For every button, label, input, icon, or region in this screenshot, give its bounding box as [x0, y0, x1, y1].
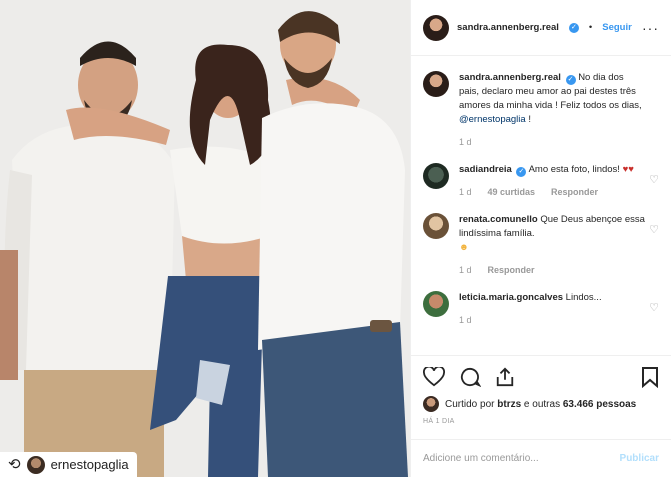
caption: sandra.annenberg.real ✓ No dia dos pais,…	[423, 57, 659, 149]
liker-avatar	[423, 396, 439, 412]
comment-text: Lindos...	[565, 292, 602, 303]
comment-like-heart-icon[interactable]: ♡	[649, 223, 659, 236]
liked-by-user[interactable]: btrzs	[497, 399, 521, 410]
follow-button[interactable]: Seguir	[602, 22, 632, 33]
repost-icon: ⟲	[8, 456, 21, 473]
author-username[interactable]: sandra.annenberg.real	[457, 22, 559, 33]
comment-username[interactable]: renata.comunello	[459, 214, 538, 225]
caption-tail: !	[525, 114, 531, 125]
repost-username: ernestopaglia	[50, 457, 129, 472]
reply-button[interactable]: Responder	[488, 263, 535, 277]
more-options-icon[interactable]: ···	[642, 20, 659, 36]
post-date[interactable]: HÁ 1 DIA	[423, 418, 659, 425]
comment-input[interactable]	[423, 453, 620, 464]
comment-username[interactable]: sadiandreia	[459, 164, 512, 175]
verified-badge-icon: ✓	[516, 167, 527, 177]
comment-item: leticia.maria.goncalves Lindos... 1 d ♡	[423, 277, 659, 327]
caption-time[interactable]: 1 d	[459, 135, 472, 149]
comments-list[interactable]: sandra.annenberg.real ✓ No dia dos pais,…	[411, 57, 671, 354]
publish-button[interactable]: Publicar	[620, 453, 659, 464]
comment-bubble-icon[interactable]	[459, 367, 481, 387]
add-comment-bar: Publicar	[411, 439, 671, 477]
comment-time[interactable]: 1 d	[459, 263, 472, 277]
reply-button[interactable]: Responder	[551, 185, 598, 199]
comment-like-heart-icon[interactable]: ♡	[649, 173, 659, 186]
like-heart-icon[interactable]	[423, 367, 445, 387]
liked-by-prefix: Curtido por	[445, 398, 498, 410]
comment-item: sadiandreia ✓ Amo esta foto, lindos! ♥♥ …	[423, 149, 659, 199]
separator-dot: •	[588, 22, 593, 33]
comment-avatar[interactable]	[423, 213, 449, 239]
verified-badge-icon: ✓	[565, 75, 576, 85]
caption-mention-link[interactable]: @ernestopaglia	[459, 114, 526, 125]
likes-count[interactable]: 63.466 pessoas	[563, 399, 636, 410]
family-photo-illustration	[0, 0, 410, 477]
author-avatar[interactable]	[423, 14, 449, 41]
comment-text: Amo esta foto, lindos!	[528, 164, 623, 175]
comment-likes[interactable]: 49 curtidas	[488, 185, 536, 199]
repost-badge[interactable]: ⟲ ernestopaglia	[0, 452, 137, 477]
verified-badge-icon: ✓	[568, 22, 579, 33]
caption-author-avatar[interactable]	[423, 71, 449, 97]
share-icon[interactable]	[495, 367, 515, 387]
hearts-emoji: ♥♥	[622, 164, 634, 175]
comment-avatar[interactable]	[423, 291, 449, 317]
comment-like-heart-icon[interactable]: ♡	[649, 301, 659, 314]
comment-username[interactable]: leticia.maria.goncalves	[459, 292, 563, 303]
smile-emoji: ☻	[459, 242, 469, 253]
comment-item: renata.comunello Que Deus abençoe essa l…	[423, 199, 659, 277]
liked-by-summary[interactable]: Curtido por btrzs e outras 63.466 pessoa…	[423, 396, 659, 412]
bookmark-icon[interactable]	[641, 366, 659, 388]
comment-time[interactable]: 1 d	[459, 313, 472, 327]
post-side-panel: sandra.annenberg.real ✓ • Seguir ··· san…	[410, 0, 671, 477]
post-photo[interactable]: ⟲ ernestopaglia	[0, 0, 410, 477]
post-actions: Curtido por btrzs e outras 63.466 pessoa…	[411, 355, 671, 425]
caption-username[interactable]: sandra.annenberg.real	[459, 72, 561, 83]
comment-avatar[interactable]	[423, 163, 449, 189]
repost-user-avatar	[26, 455, 45, 474]
comment-time[interactable]: 1 d	[459, 185, 472, 199]
liked-by-suffix: e outras	[521, 398, 563, 410]
post-header: sandra.annenberg.real ✓ • Seguir ···	[411, 0, 671, 56]
